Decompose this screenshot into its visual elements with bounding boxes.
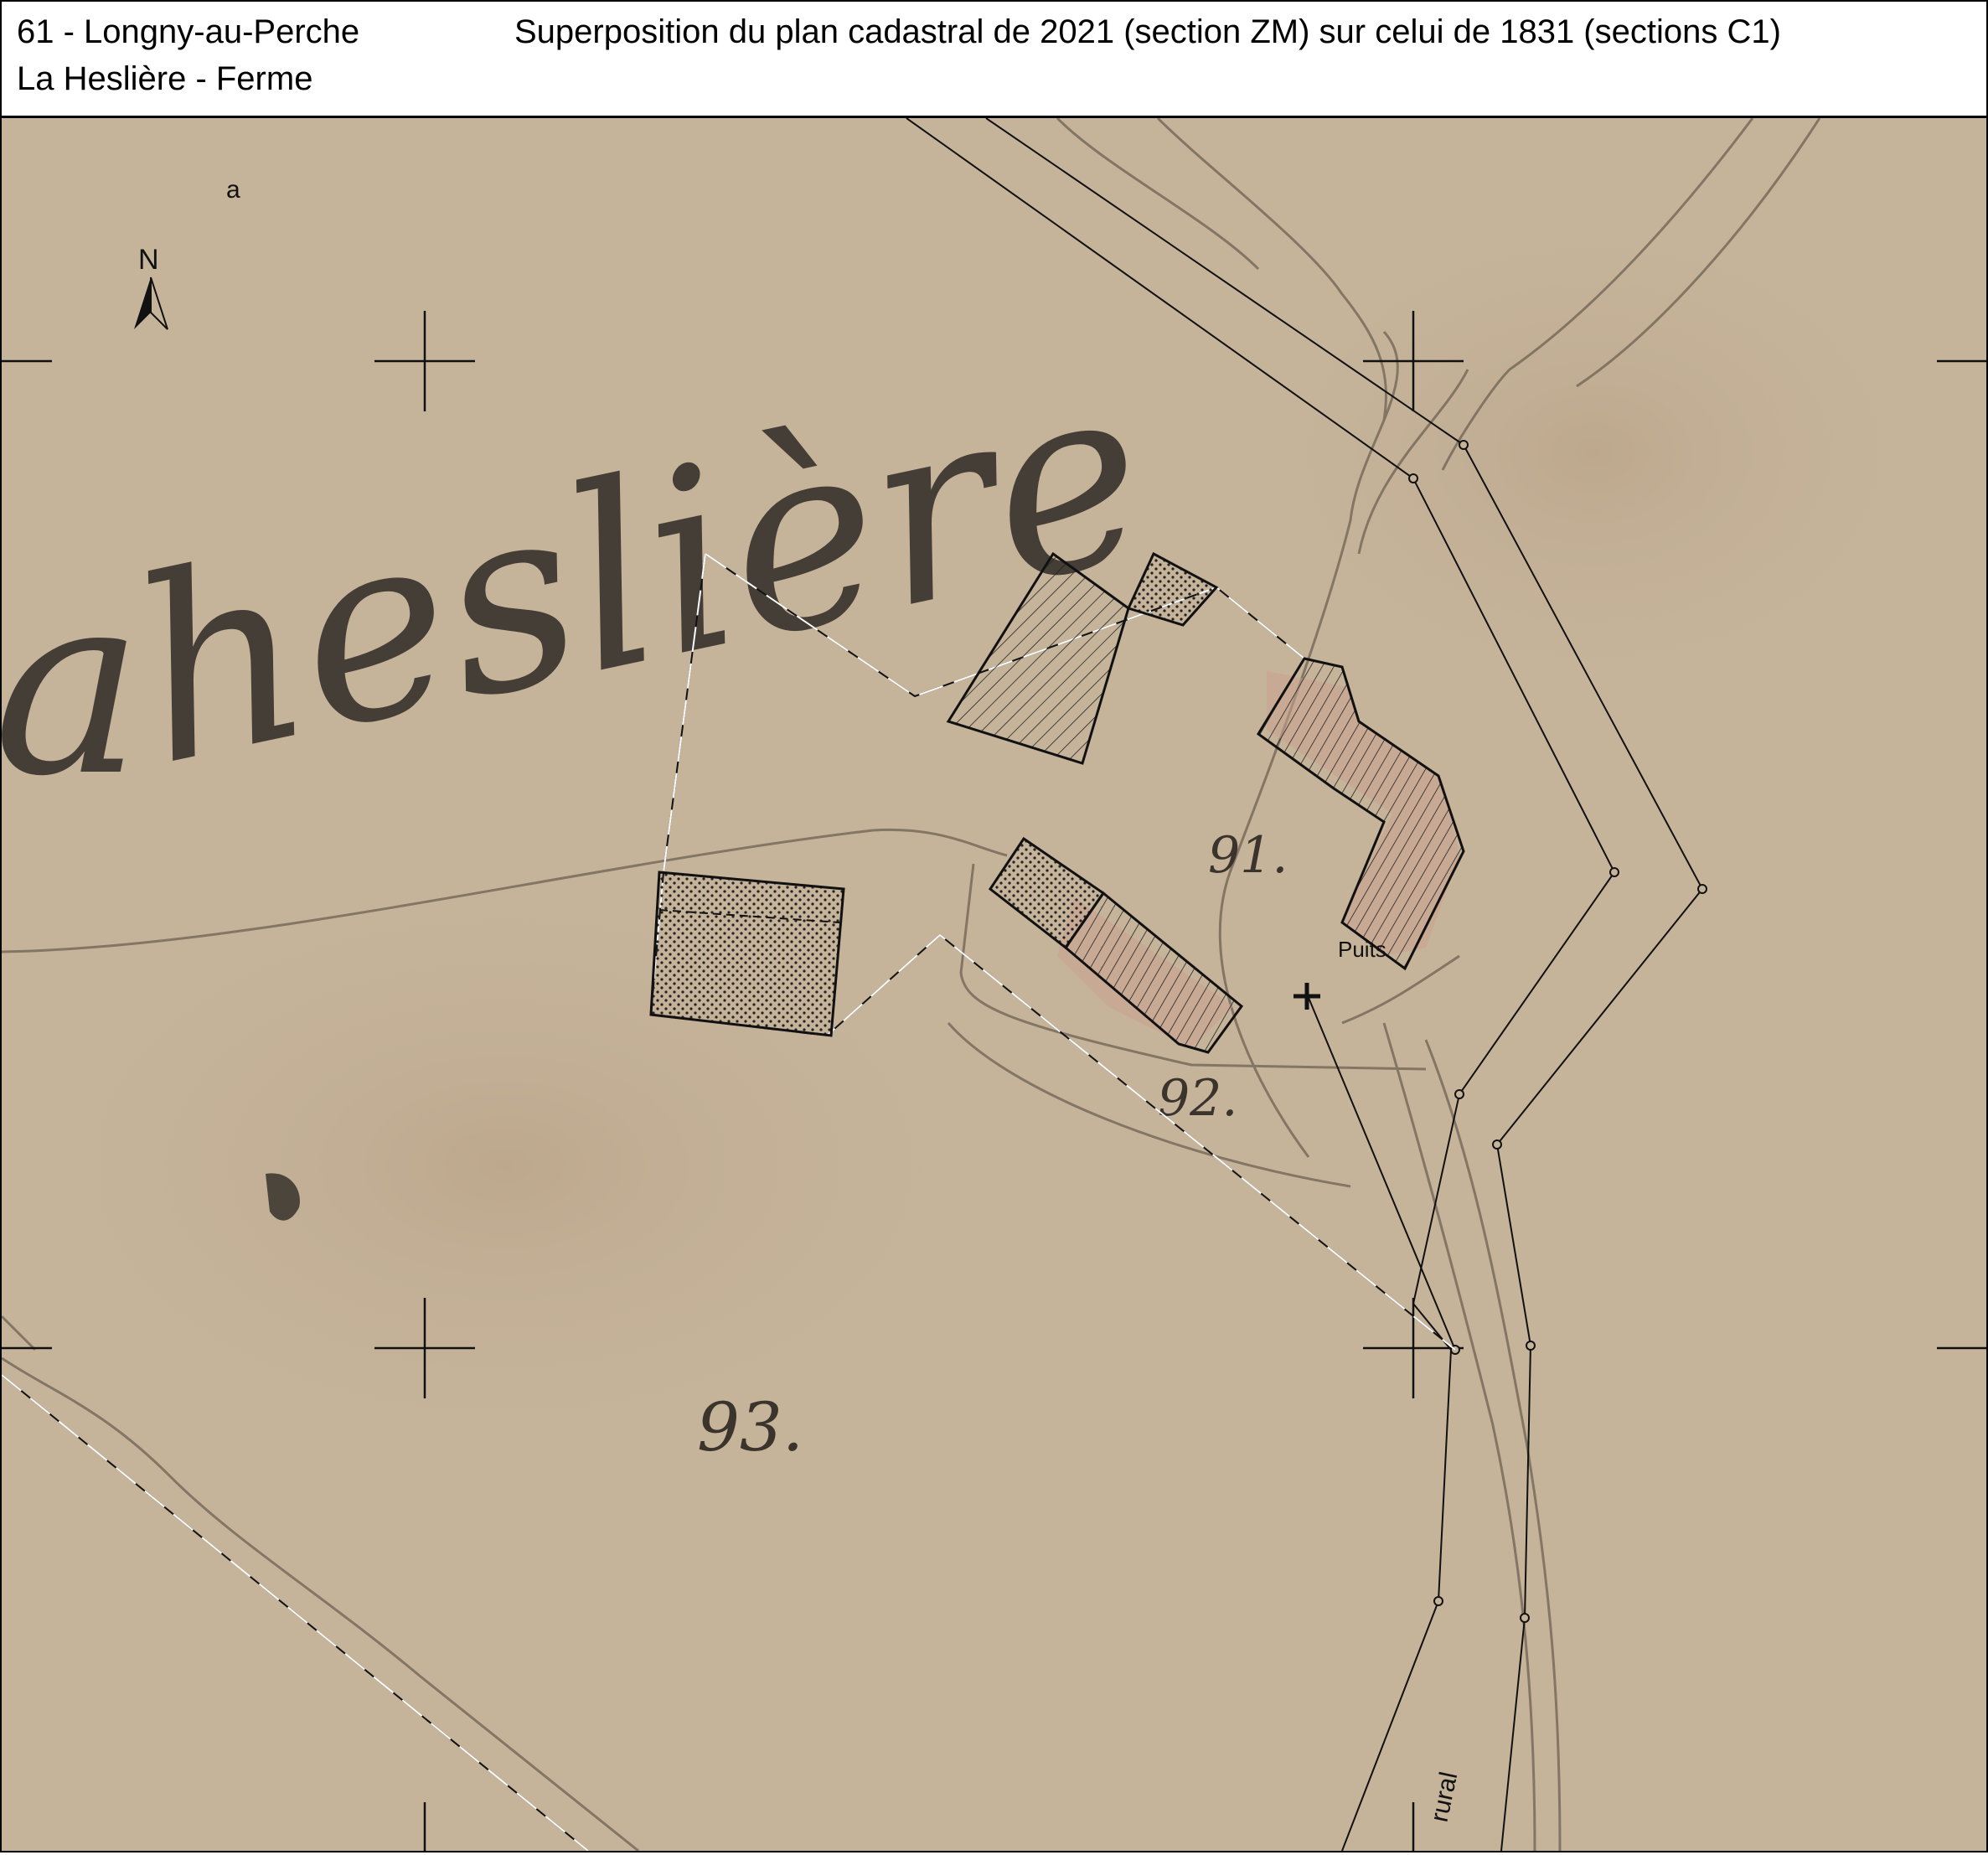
parcel-number-93: 93. xyxy=(697,1388,803,1466)
corner-mark: a xyxy=(226,176,240,204)
header: 61 - Longny-au-Perche La Heslière - Ferm… xyxy=(2,2,1986,118)
map-title: Superposition du plan cadastral de 2021 … xyxy=(514,13,1781,50)
building-dotted-west xyxy=(649,871,845,1037)
north-label: N xyxy=(138,244,159,276)
commune-label: 61 - Longny-au-Perche xyxy=(17,13,360,50)
parcel-number-91: 91. xyxy=(1208,826,1288,885)
parcel-number-92: 92. xyxy=(1158,1069,1237,1128)
well-label: Puits xyxy=(1338,937,1386,962)
cadastral-map: a heslière 91. 92. 93. Puits rural a N xyxy=(0,116,1986,1852)
map-canvas: a heslière 91. 92. 93. Puits rural a N xyxy=(0,116,1986,1852)
figure-frame: 61 - Longny-au-Perche La Heslière - Ferm… xyxy=(0,0,1988,1852)
site-label: La Heslière - Ferme xyxy=(17,60,313,97)
paper-stain xyxy=(1300,244,1887,663)
